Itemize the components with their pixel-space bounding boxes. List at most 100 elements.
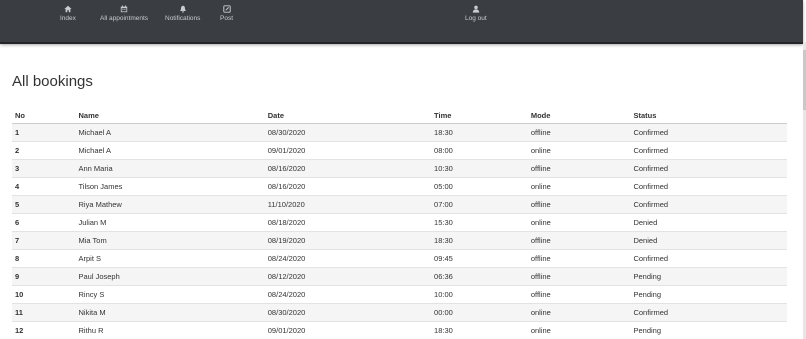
table-row: 2 Michael A 09/01/2020 08:00 online Confirmed [12,141,787,160]
cell-status: Pending [630,321,787,339]
table-row: 12 Rithu R 09/01/2020 18:30 online Pending [12,321,787,339]
cell-status: Confirmed [630,177,787,196]
cell-time: 18:30 [431,321,528,339]
cell-name: Michael A [75,123,265,142]
cell-date: 09/01/2020 [264,141,432,160]
cell-status: Pending [630,267,787,286]
cell-mode: offline [527,195,631,214]
cell-name: Arpit S [75,249,265,268]
cell-time: 08:00 [431,141,528,160]
cell-date: 08/24/2020 [264,285,432,304]
cell-mode: online [527,177,631,196]
cell-status: Confirmed [630,303,787,322]
cell-no: 2 [12,141,76,160]
cell-no: 4 [12,177,76,196]
header-no: No [12,107,76,124]
header-time: Time [431,107,528,124]
cell-no: 12 [12,321,76,339]
cell-mode: offline [527,249,631,268]
post-icon [220,5,233,15]
cell-mode: online [527,321,631,339]
cell-name: Paul Joseph [75,267,265,286]
cell-status: Confirmed [630,159,787,178]
cell-name: Mia Tom [75,231,265,250]
cell-time: 10:30 [431,159,528,178]
cell-date: 08/18/2020 [264,213,432,232]
cell-time: 05:00 [431,177,528,196]
cell-no: 5 [12,195,76,214]
cell-time: 07:00 [431,195,528,214]
cell-time: 09:45 [431,249,528,268]
top-navbar: Index All appointments Notifications Pos… [0,0,803,44]
cell-date: 08/16/2020 [264,177,432,196]
cell-status: Confirmed [630,195,787,214]
cell-name: Nikita M [75,303,265,322]
cell-time: 18:30 [431,123,528,142]
header-date: Date [264,107,432,124]
cell-no: 7 [12,231,76,250]
nav-logout-label: Log out [465,15,487,22]
cell-name: Rincy S [75,285,265,304]
page-title: All bookings [12,73,93,90]
cell-status: Denied [630,231,787,250]
cell-no: 10 [12,285,76,304]
cell-mode: offline [527,159,631,178]
table-row: 4 Tilson James 08/16/2020 05:00 online Confir… [12,177,787,196]
table-row: 1 Michael A 08/30/2020 18:30 offline Confirme… [12,123,787,142]
cell-date: 11/10/2020 [264,195,432,214]
header-mode: Mode [527,107,631,124]
home-icon [60,5,76,15]
table-row: 6 Julian M 08/18/2020 15:30 online Denied [12,213,787,232]
cell-mode: offline [527,285,631,304]
cell-date: 08/19/2020 [264,231,432,250]
nav-index[interactable]: Index [60,5,76,23]
cell-status: Confirmed [630,141,787,160]
nav-post[interactable]: Post [220,5,233,23]
table-header-row: No Name Date Time Mode Status [12,107,787,124]
table-row: 3 Ann Maria 08/16/2020 10:30 offline Confirme… [12,159,787,178]
table-row: 11 Nikita M 08/30/2020 00:00 online Confirmed [12,303,787,322]
cell-date: 08/12/2020 [264,267,432,286]
nav-notifications[interactable]: Notifications [165,5,200,23]
cell-no: 11 [12,303,76,322]
cell-date: 08/16/2020 [264,159,432,178]
cell-time: 10:00 [431,285,528,304]
nav-logout[interactable]: Log out [465,5,487,23]
cell-status: Pending [630,285,787,304]
cell-no: 8 [12,249,76,268]
user-icon [465,5,487,15]
cell-status: Confirmed [630,123,787,142]
cell-name: Riya Mathew [75,195,265,214]
cell-status: Denied [630,213,787,232]
cell-date: 09/01/2020 [264,321,432,339]
bell-icon [165,5,200,15]
cell-no: 6 [12,213,76,232]
cell-time: 18:30 [431,231,528,250]
cell-time: 06:36 [431,267,528,286]
table-row: 10 Rincy S 08/24/2020 10:00 offline Pending [12,285,787,304]
header-name: Name [75,107,265,124]
table-row: 7 Mia Tom 08/19/2020 18:30 offline Denied [12,231,787,250]
cell-status: Confirmed [630,249,787,268]
cell-date: 08/30/2020 [264,123,432,142]
cell-no: 9 [12,267,76,286]
cell-name: Julian M [75,213,265,232]
nav-notifications-label: Notifications [165,15,201,22]
cell-no: 1 [12,123,76,142]
nav-all-appointments-label: All appointments [100,15,149,22]
cell-mode: online [527,141,631,160]
cell-mode: online [527,213,631,232]
cell-mode: offline [527,231,631,250]
table-row: 8 Arpit S 08/24/2020 09:45 offline Confirmed [12,249,787,268]
nav-post-label: Post [220,15,234,22]
nav-all-appointments[interactable]: All appointments [100,5,148,23]
header-status: Status [630,107,787,124]
bookings-table: No Name Date Time Mode Status 1 Michael A… [12,107,787,339]
cell-date: 08/30/2020 [264,303,432,322]
cell-name: Ann Maria [75,159,265,178]
table-row: 9 Paul Joseph 08/12/2020 06:36 offline Pendin… [12,267,787,286]
cell-name: Michael A [75,141,265,160]
cell-time: 00:00 [431,303,528,322]
table-row: 5 Riya Mathew 11/10/2020 07:00 offline Confir… [12,195,787,214]
cell-name: Rithu R [75,321,265,339]
